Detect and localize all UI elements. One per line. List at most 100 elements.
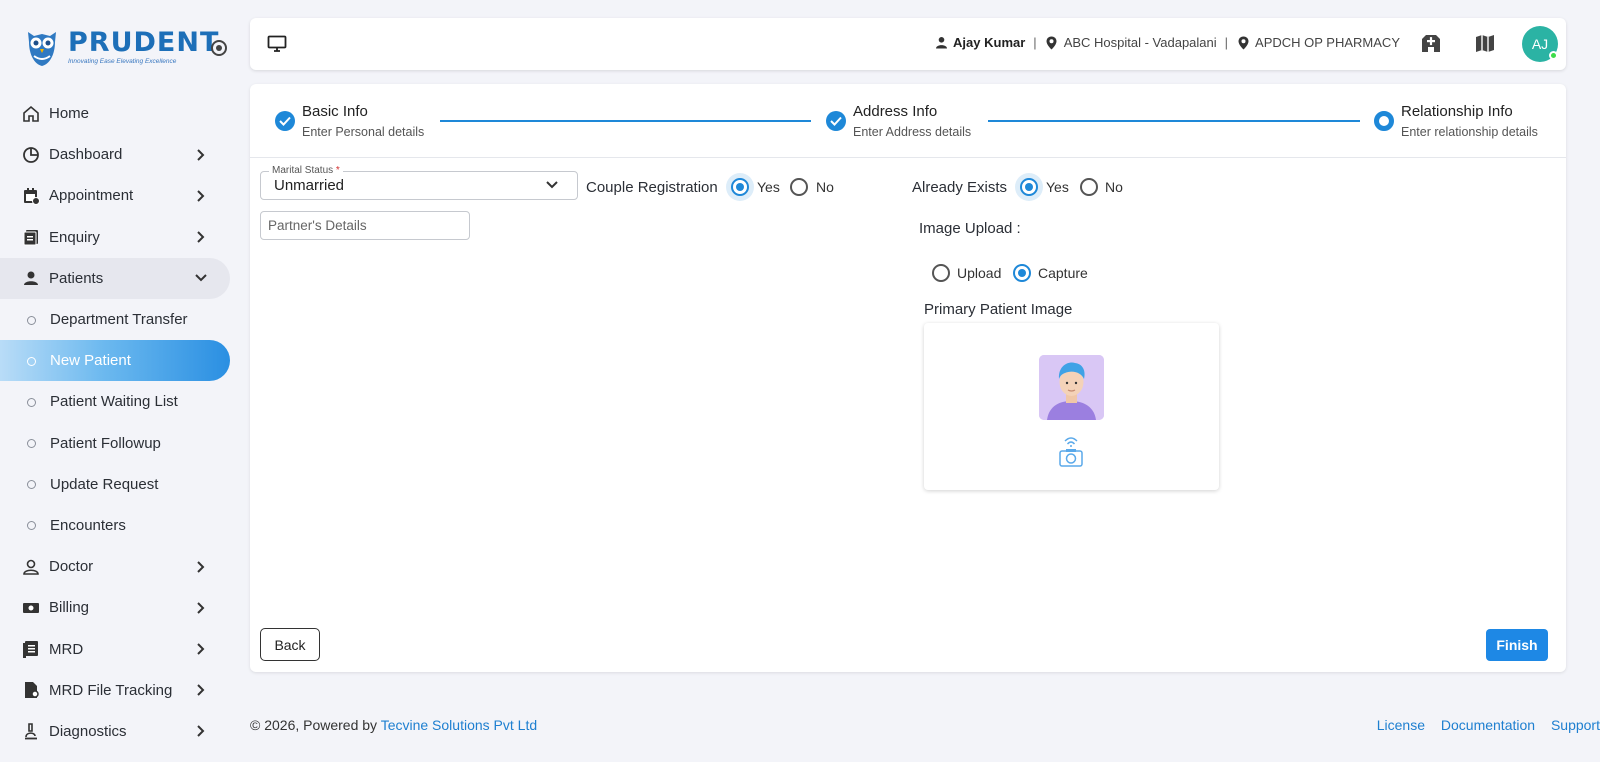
location-pin-icon [1045, 36, 1059, 50]
marital-status-value: Unmarried [274, 177, 345, 194]
company-link[interactable]: Tecvine Solutions Pvt Ltd [381, 717, 537, 733]
bullet-icon [27, 521, 36, 531]
camera-capture-icon[interactable] [1058, 434, 1084, 468]
sidebar-subitem-patient-followup[interactable]: Patient Followup [0, 423, 236, 464]
brand-logo[interactable]: PRUDENT Innovating Ease Elevating Excell… [22, 26, 219, 68]
documentation-link[interactable]: Documentation [1441, 717, 1535, 733]
sidebar-item-label: Billing [49, 599, 90, 617]
owl-logo-icon [28, 32, 56, 66]
chevron-down-icon [546, 181, 558, 189]
sidebar: PRUDENT Innovating Ease Elevating Excell… [0, 0, 236, 762]
sidebar-item-label: Appointment [49, 187, 134, 205]
sidebar-item-label: MRD File Tracking [49, 681, 173, 699]
online-status-icon [1549, 51, 1558, 60]
sidebar-item-diagnostics[interactable]: Diagnostics [0, 711, 236, 752]
sidebar-toggle-icon[interactable] [211, 40, 227, 56]
footer-links: License Documentation Support [1365, 717, 1600, 733]
finish-button[interactable]: Finish [1486, 629, 1548, 661]
marital-status-select[interactable]: Marital Status * Unmarried [260, 165, 578, 200]
sidebar-subitem-update-request[interactable]: Update Request [0, 464, 236, 505]
brand-name: PRUDENT [68, 27, 220, 58]
bullet-icon [27, 356, 36, 366]
sidebar-item-dashboard[interactable]: Dashboard [0, 134, 236, 175]
chevron-right-icon [197, 560, 205, 573]
map-icon[interactable] [1474, 32, 1496, 54]
couple-registration-no-label: No [816, 179, 834, 195]
sidebar-nav: Home Dashboard Appointment Enquiry Patie… [0, 93, 236, 752]
sidebar-item-doctor[interactable]: Doctor [0, 546, 236, 587]
partner-details-input[interactable] [260, 211, 470, 240]
sidebar-item-patients[interactable]: Patients [0, 257, 230, 299]
step-basic-info[interactable]: Basic Info Enter Personal details [275, 102, 424, 140]
sidebar-item-appointment[interactable]: Appointment [0, 175, 236, 216]
sidebar-item-billing[interactable]: Billing [0, 587, 236, 628]
couple-registration-label: Couple Registration [586, 179, 718, 196]
step-subtitle: Enter Address details [853, 125, 972, 139]
license-link[interactable]: License [1377, 717, 1425, 733]
patient-avatar-placeholder [1039, 355, 1104, 420]
check-icon [275, 111, 295, 131]
bullet-icon [27, 397, 36, 407]
brand-tagline: Innovating Ease Elevating Excellence [68, 58, 177, 65]
already-exists-no-label: No [1105, 179, 1123, 195]
already-exists-yes-label: Yes [1046, 179, 1069, 195]
footer-copyright: © 2026, Powered by Tecvine Solutions Pvt… [250, 717, 537, 733]
sidebar-subitem-label: Department Transfer [50, 311, 188, 329]
chevron-right-icon [197, 190, 205, 202]
sidebar-subitem-label: New Patient [50, 352, 131, 370]
already-exists-yes-radio[interactable] [1020, 178, 1038, 196]
current-pharmacy[interactable]: APDCH OP PHARMACY [1255, 35, 1400, 50]
dashboard-icon [21, 145, 41, 165]
image-upload-radio[interactable] [932, 264, 950, 282]
sidebar-subitem-department-transfer[interactable]: Department Transfer [0, 299, 236, 340]
sidebar-item-label: Home [49, 105, 90, 123]
sidebar-item-mrd-file-tracking[interactable]: MRD File Tracking [0, 670, 236, 711]
chevron-right-icon [197, 684, 205, 696]
primary-image-label: Primary Patient Image [924, 301, 1073, 318]
sidebar-subitem-label: Encounters [50, 516, 126, 534]
top-bar: Ajay Kumar | ABC Hospital - Vadapalani |… [250, 18, 1566, 70]
sidebar-item-enquiry[interactable]: Enquiry [0, 217, 236, 258]
session-info: Ajay Kumar | ABC Hospital - Vadapalani |… [934, 35, 1400, 50]
image-capture-radio[interactable] [1013, 264, 1031, 282]
sidebar-subitem-new-patient[interactable]: New Patient [0, 340, 230, 382]
step-title: Basic Info [302, 103, 368, 120]
document-icon [21, 639, 41, 659]
sidebar-item-label: Diagnostics [49, 722, 127, 740]
sidebar-subitem-patient-waiting-list[interactable]: Patient Waiting List [0, 381, 236, 422]
already-exists-no-radio[interactable] [1080, 178, 1098, 196]
back-button[interactable]: Back [260, 628, 320, 661]
bullet-icon [27, 315, 36, 325]
current-hospital[interactable]: ABC Hospital - Vadapalani [1064, 35, 1217, 50]
hospital-icon[interactable] [1420, 32, 1442, 54]
person-avatar-icon [1039, 355, 1104, 420]
support-link[interactable]: Support [1551, 717, 1600, 733]
microscope-icon [21, 721, 41, 741]
user-avatar[interactable]: AJ [1522, 26, 1558, 62]
sidebar-item-label: Enquiry [49, 228, 100, 246]
step-subtitle: Enter relationship details [1401, 125, 1538, 139]
divider: | [1224, 35, 1229, 50]
chevron-right-icon [197, 602, 205, 614]
sidebar-item-label: Patients [49, 269, 104, 287]
chevron-down-icon [195, 274, 207, 282]
user-icon [934, 36, 948, 50]
image-upload-option-label: Upload [957, 265, 1002, 281]
chevron-right-icon [197, 725, 205, 738]
sidebar-item-label: MRD [49, 640, 84, 658]
monitor-icon[interactable] [267, 34, 287, 54]
sidebar-subitem-encounters[interactable]: Encounters [0, 505, 236, 546]
current-user[interactable]: Ajay Kumar [953, 35, 1025, 50]
bullet-icon [27, 439, 36, 449]
sidebar-item-home[interactable]: Home [0, 93, 236, 134]
check-icon [826, 111, 846, 131]
couple-registration-no-radio[interactable] [790, 178, 808, 196]
step-relationship-info[interactable]: Relationship Info Enter relationship det… [1374, 102, 1538, 140]
already-exists-label: Already Exists [912, 179, 1008, 196]
doctor-icon [21, 557, 41, 577]
step-address-info[interactable]: Address Info Enter Address details [826, 102, 971, 140]
step-connector [988, 120, 1360, 122]
sidebar-item-mrd[interactable]: MRD [0, 628, 236, 669]
couple-registration-yes-radio[interactable] [731, 178, 749, 196]
copyright-text: © 2026, Powered by [250, 717, 378, 733]
